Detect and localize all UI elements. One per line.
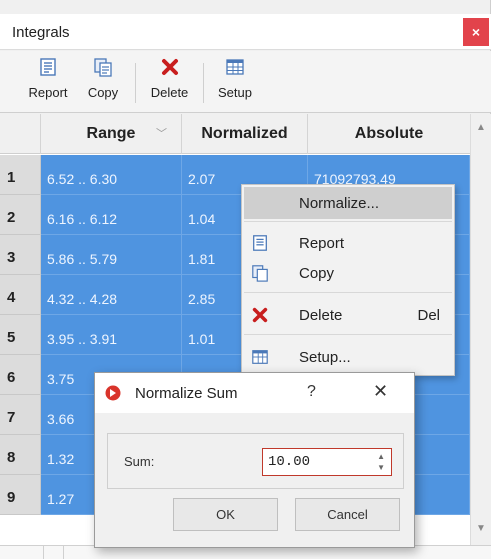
menu-item-report[interactable]: Report [244, 227, 452, 259]
setup-icon [226, 59, 244, 75]
range-cell[interactable]: 3.95 .. 3.91 [41, 315, 182, 355]
toolbar: Report Copy Delete Setup [0, 51, 491, 113]
row-number[interactable]: 6 [0, 355, 41, 395]
scroll-down-arrow-icon[interactable]: ▼ [471, 519, 491, 539]
scroll-up-arrow-icon[interactable]: ▲ [471, 118, 491, 138]
row-number[interactable]: 5 [0, 315, 41, 355]
sum-group: Sum: ▲▼ [107, 433, 404, 489]
help-button[interactable]: ? [307, 383, 316, 401]
row-header-corner [0, 114, 41, 154]
ok-button[interactable]: OK [173, 498, 278, 531]
menu-item-normalize[interactable]: Normalize... [244, 187, 452, 219]
spin-arrows-icon[interactable]: ▲ ▼ [377, 451, 385, 473]
delete-label: Delete [150, 85, 189, 100]
menu-item-delete[interactable]: Delete Del [244, 299, 452, 331]
sort-chevron-icon: ﹀ [156, 128, 167, 140]
report-button[interactable]: Report [18, 57, 78, 109]
delete-icon [252, 307, 268, 323]
row-number[interactable]: 1 [0, 155, 41, 195]
delete-button[interactable]: Delete [142, 57, 197, 109]
range-cell[interactable]: 6.16 .. 6.12 [41, 195, 182, 235]
copy-button[interactable]: Copy [78, 57, 128, 109]
range-header-label: Range [86, 125, 136, 142]
menu-normalize-label: Normalize... [299, 195, 380, 212]
menu-item-copy[interactable]: Copy [244, 257, 452, 289]
report-icon [40, 58, 56, 76]
menu-item-setup[interactable]: Setup... [244, 341, 452, 373]
menu-copy-label: Copy [299, 265, 335, 282]
row-number[interactable]: 8 [0, 435, 41, 475]
range-cell[interactable]: 5.86 .. 5.79 [41, 235, 182, 275]
menu-setup-label: Setup... [299, 349, 351, 366]
report-icon [253, 235, 267, 251]
menu-separator [244, 334, 452, 335]
dialog-titlebar: Normalize Sum ? ✕ [95, 373, 414, 413]
row-number[interactable]: 2 [0, 195, 41, 235]
toolbar-separator [203, 63, 204, 103]
copy-label: Copy [87, 85, 119, 100]
delete-icon [161, 59, 178, 75]
report-label: Report [28, 85, 68, 100]
sum-label: Sum: [124, 454, 155, 469]
column-header-normalized[interactable]: Normalized [182, 114, 308, 154]
sum-input[interactable] [268, 452, 358, 472]
strip-divider [63, 546, 64, 559]
table-header: Range ﹀ Normalized Absolute [0, 114, 470, 154]
setup-button[interactable]: Setup [210, 57, 260, 109]
normalize-sum-dialog: Normalize Sum ? ✕ Sum: ▲▼ OK Cancel [94, 372, 415, 548]
vertical-scrollbar[interactable]: ▲ ▼ [470, 114, 491, 559]
range-cell[interactable]: 6.52 .. 6.30 [41, 155, 182, 195]
column-header-absolute[interactable]: Absolute [308, 114, 470, 154]
absolute-header-label: Absolute [354, 125, 424, 142]
column-header-range[interactable]: Range ﹀ [41, 114, 182, 154]
context-menu: Normalize... Report Copy Delete Del Setu… [241, 184, 455, 376]
app-logo-icon [105, 385, 121, 401]
menu-delete-shortcut: Del [417, 307, 440, 324]
normalized-header-label: Normalized [201, 125, 288, 142]
copy-icon [94, 58, 112, 77]
menu-separator [244, 221, 452, 222]
range-cell[interactable]: 4.32 .. 4.28 [41, 275, 182, 315]
cancel-button[interactable]: Cancel [295, 498, 400, 531]
copy-icon [252, 265, 268, 282]
strip-divider [43, 546, 44, 559]
row-number[interactable]: 9 [0, 475, 41, 515]
row-number[interactable]: 4 [0, 275, 41, 315]
sum-spinbox[interactable]: ▲▼ [262, 448, 392, 476]
setup-label: Setup [218, 85, 252, 100]
dialog-title: Normalize Sum [135, 385, 238, 402]
dialog-close-button[interactable]: ✕ [373, 381, 388, 402]
row-number[interactable]: 3 [0, 235, 41, 275]
row-number[interactable]: 7 [0, 395, 41, 435]
close-button[interactable]: × [463, 18, 489, 46]
toolbar-separator [135, 63, 136, 103]
menu-delete-label: Delete [299, 307, 343, 324]
menu-report-label: Report [299, 235, 345, 252]
panel-titlebar: Integrals × [0, 14, 491, 50]
menu-separator [244, 292, 452, 293]
panel-title: Integrals [12, 24, 70, 41]
setup-icon [252, 350, 268, 364]
